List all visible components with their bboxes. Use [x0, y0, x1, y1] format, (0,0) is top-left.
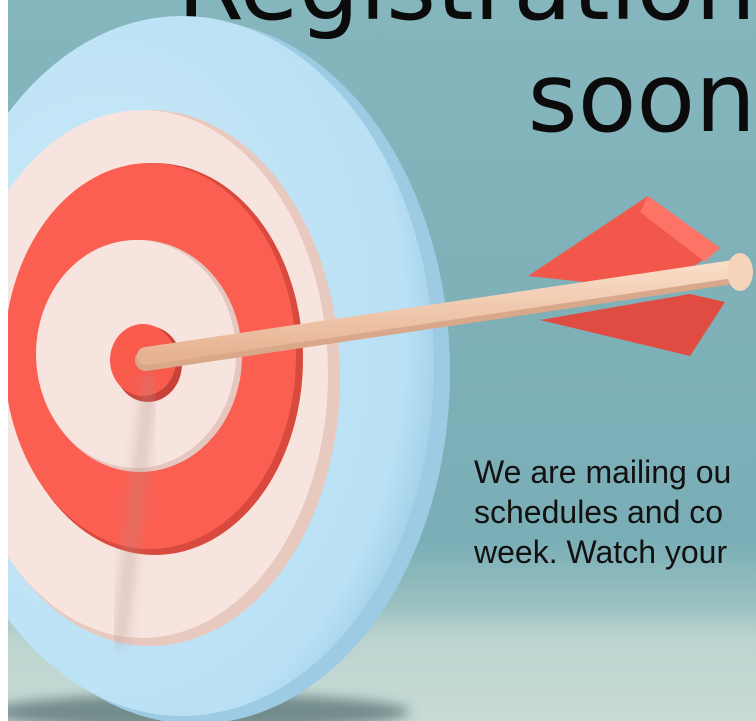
left-border [0, 0, 8, 721]
announcement-line-2: schedules and co [474, 494, 724, 530]
arrow-nock [727, 253, 753, 291]
announcement-text: We are mailing ou schedules and co week.… [474, 452, 756, 572]
bullseye-target-icon [0, 16, 753, 721]
announcement-line-1: We are mailing ou [474, 454, 732, 490]
announcement-line-3: week. Watch your [474, 534, 728, 570]
poster-scene: Registration soon [0, 0, 756, 721]
